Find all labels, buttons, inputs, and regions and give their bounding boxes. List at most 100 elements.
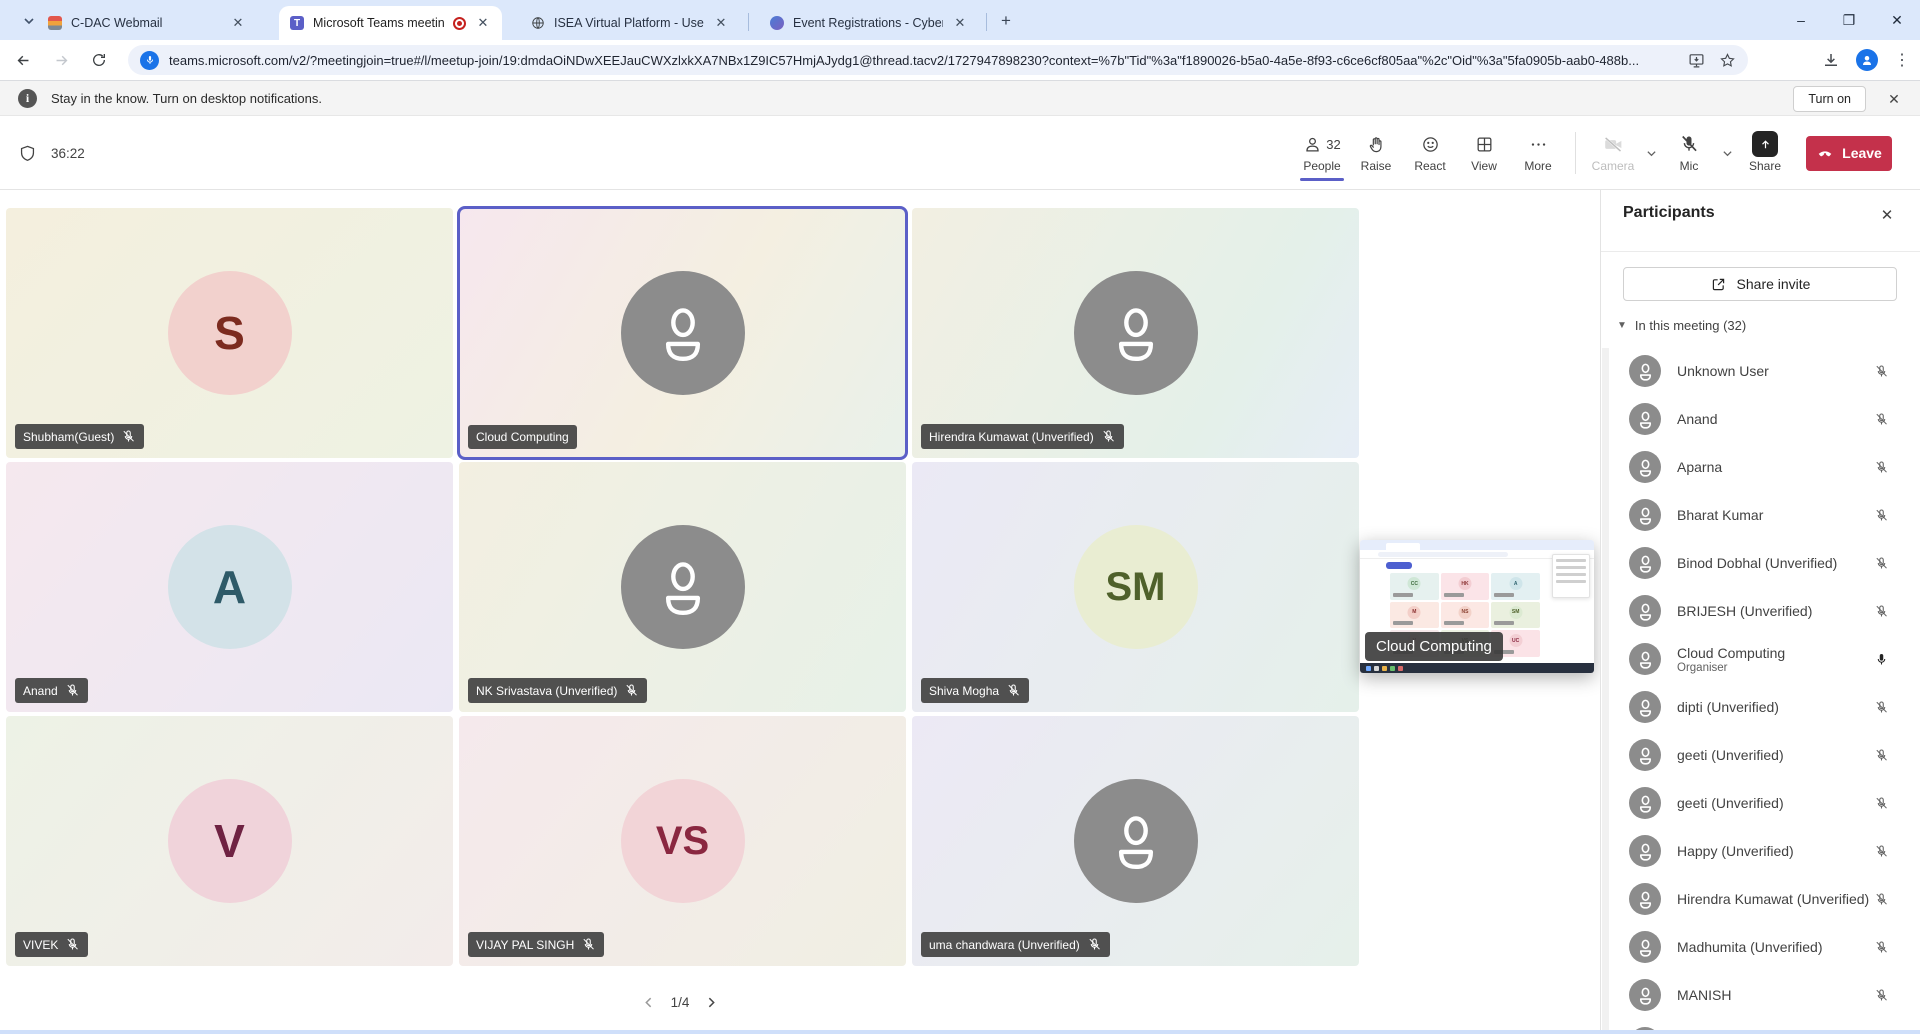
site-permission-badge[interactable] xyxy=(140,51,159,70)
participant-name: Cloud Computing xyxy=(1677,645,1887,661)
video-tile[interactable]: VVIVEK xyxy=(6,716,453,966)
video-tile[interactable]: uma chandwara (Unverified) xyxy=(912,716,1359,966)
tab-favicon-globe xyxy=(530,15,546,31)
participant-row[interactable]: Hirendra Kumawat (Unverified) xyxy=(1601,875,1920,923)
reload-button[interactable] xyxy=(84,45,114,75)
participant-row[interactable]: Binod Dobhal (Unverified) xyxy=(1601,539,1920,587)
mic-off-indicator xyxy=(1874,844,1889,859)
person-icon xyxy=(652,556,714,618)
tab-close-button[interactable]: ✕ xyxy=(951,14,969,32)
person-icon xyxy=(1861,54,1873,66)
participant-row[interactable]: Happy (Unverified) xyxy=(1601,827,1920,875)
participant-name: VIJAY PAL SINGH xyxy=(476,938,574,952)
pager-prev-icon[interactable] xyxy=(642,996,655,1009)
url-text[interactable]: teams.microsoft.com/v2/?meetingjoin=true… xyxy=(169,53,1672,68)
participant-row[interactable]: MANISH xyxy=(1601,971,1920,1019)
person-icon xyxy=(1636,842,1655,861)
avatar xyxy=(1629,931,1661,963)
mic-button[interactable]: Mic xyxy=(1662,133,1716,173)
avatar: A xyxy=(168,525,292,649)
browser-menu-icon[interactable]: ⋮ xyxy=(1894,50,1910,70)
section-label: In this meeting (32) xyxy=(1635,318,1746,333)
bookmark-star-icon[interactable] xyxy=(1719,52,1736,69)
url-bar[interactable]: teams.microsoft.com/v2/?meetingjoin=true… xyxy=(128,45,1748,75)
tab-title: Microsoft Teams meeting | xyxy=(313,16,445,30)
share-invite-button[interactable]: Share invite xyxy=(1623,267,1897,301)
share-button[interactable]: Share xyxy=(1738,133,1792,173)
participant-row[interactable]: Unknown User xyxy=(1601,347,1920,395)
window-close-button[interactable]: ✕ xyxy=(1882,12,1912,29)
participant-row[interactable]: Anand xyxy=(1601,395,1920,443)
window-restore-button[interactable]: ❐ xyxy=(1834,12,1864,29)
mic-off-icon xyxy=(1874,460,1889,475)
browser-tab[interactable]: TMicrosoft Teams meeting | ✕ xyxy=(279,6,502,40)
mic-off-icon xyxy=(65,937,80,952)
notification-close-button[interactable]: ✕ xyxy=(1884,89,1904,109)
person-icon xyxy=(1636,794,1655,813)
participant-role: Organiser xyxy=(1677,662,1887,674)
mic-on-icon xyxy=(1874,652,1889,667)
window-minimize-button[interactable]: – xyxy=(1786,12,1816,28)
tab-close-button[interactable]: ✕ xyxy=(474,14,492,32)
participant-row[interactable]: Bharat Kumar xyxy=(1601,491,1920,539)
tab-close-button[interactable]: ✕ xyxy=(229,14,247,32)
pager-next-icon[interactable] xyxy=(705,996,718,1009)
participant-row[interactable]: Madhumita (Unverified) xyxy=(1601,923,1920,971)
new-tab-button[interactable]: + xyxy=(994,9,1018,33)
back-button[interactable] xyxy=(8,45,38,75)
video-tile[interactable]: Hirendra Kumawat (Unverified) xyxy=(912,208,1359,458)
camera-options-chevron[interactable] xyxy=(1640,148,1662,159)
mic-off-icon xyxy=(1087,937,1102,952)
browser-tab[interactable]: C-DAC Webmail✕ xyxy=(37,6,263,40)
turn-on-button[interactable]: Turn on xyxy=(1793,86,1866,112)
mic-on-indicator xyxy=(1874,652,1889,667)
forward-button[interactable] xyxy=(46,45,76,75)
participant-name: NK Srivastava (Unverified) xyxy=(476,684,617,698)
install-app-icon[interactable] xyxy=(1688,52,1705,69)
participant-row[interactable]: BRIJESH (Unverified) xyxy=(1601,587,1920,635)
people-count: 32 xyxy=(1326,137,1340,152)
more-button[interactable]: More xyxy=(1511,133,1565,173)
participant-name: Anand xyxy=(1677,411,1887,427)
video-tile[interactable]: Cloud Computing xyxy=(459,208,906,458)
mic-off-indicator xyxy=(1874,460,1889,475)
people-button[interactable]: 32 People xyxy=(1295,133,1349,173)
raise-hand-button[interactable]: Raise xyxy=(1349,133,1403,173)
mini-blue-button xyxy=(1386,562,1412,569)
downloads-icon[interactable] xyxy=(1822,51,1840,69)
window-bottom-edge xyxy=(0,1030,1920,1034)
participants-title: Participants xyxy=(1623,204,1715,222)
video-tile[interactable]: AAnand xyxy=(6,462,453,712)
browser-tab[interactable]: Event Registrations - Cyber Awa✕ xyxy=(759,6,981,40)
mic-off-indicator xyxy=(1874,796,1889,811)
video-tile[interactable]: SMShiva Mogha xyxy=(912,462,1359,712)
browser-tab[interactable]: ISEA Virtual Platform - User Das✕ xyxy=(520,6,742,40)
video-tile[interactable]: SShubham(Guest) xyxy=(6,208,453,458)
view-button[interactable]: View xyxy=(1457,133,1511,173)
tab-close-button[interactable]: ✕ xyxy=(712,14,730,32)
video-tile[interactable]: VSVIJAY PAL SINGH xyxy=(459,716,906,966)
in-this-meeting-section[interactable]: ▼ In this meeting (32) xyxy=(1617,318,1746,333)
mic-options-chevron[interactable] xyxy=(1716,148,1738,159)
camera-button[interactable]: Camera xyxy=(1586,133,1640,173)
avatar: SM xyxy=(1074,525,1198,649)
participants-close-button[interactable]: ✕ xyxy=(1876,204,1898,226)
mini-taskbar xyxy=(1360,663,1594,673)
participant-row[interactable]: dipti (Unverified) xyxy=(1601,683,1920,731)
participant-row[interactable]: Aparna xyxy=(1601,443,1920,491)
browser-profile-avatar[interactable] xyxy=(1856,49,1878,71)
react-smiley-icon xyxy=(1421,135,1440,154)
participant-row[interactable]: geeti (Unverified) xyxy=(1601,731,1920,779)
react-button[interactable]: React xyxy=(1403,133,1457,173)
participant-row[interactable]: geeti (Unverified) xyxy=(1601,779,1920,827)
participant-name: geeti (Unverified) xyxy=(1677,747,1887,763)
mic-off-indicator xyxy=(1874,412,1889,427)
share-label: Share xyxy=(1749,159,1781,173)
leave-button[interactable]: Leave xyxy=(1806,136,1892,171)
participants-list: Unknown User Anand Aparna Bharat Kumar B… xyxy=(1601,347,1920,1034)
video-tile[interactable]: NK Srivastava (Unverified) xyxy=(459,462,906,712)
share-invite-icon xyxy=(1710,276,1727,293)
participant-row[interactable]: Cloud ComputingOrganiser xyxy=(1601,635,1920,683)
screen-share-preview[interactable]: CCHKAMNSSMVVSUC Cloud Computing xyxy=(1360,540,1594,673)
avatar: V xyxy=(168,779,292,903)
